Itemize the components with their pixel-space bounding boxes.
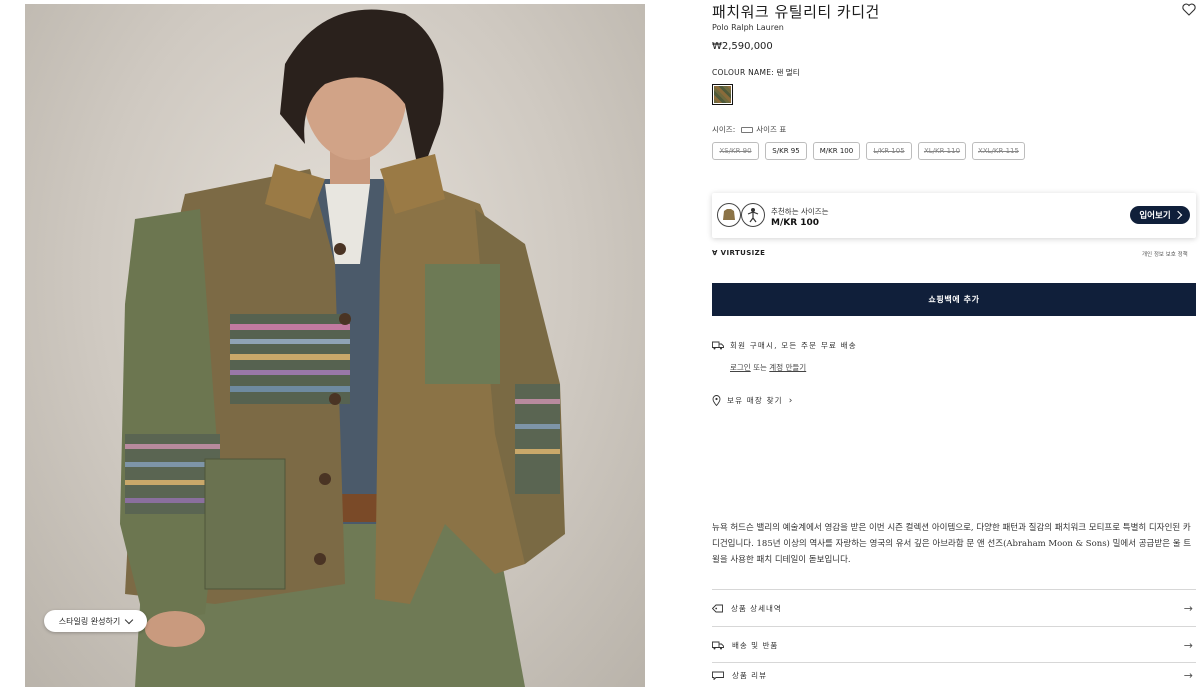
find-store-text: 보유 매장 찾기 — [727, 396, 783, 405]
accordion-shipping-returns[interactable]: 배송 및 반품 → — [712, 626, 1196, 663]
virtusize-widget: 추천하는 사이즈는 M/KR 100 입어보기 — [712, 193, 1196, 238]
accordion-product-reviews[interactable]: 상품 리뷰 → — [712, 662, 1196, 688]
model-illustration — [120, 9, 565, 687]
size-row: 시이즈: 사이즈 표 — [712, 124, 786, 135]
wishlist-heart-icon[interactable] — [1182, 3, 1196, 16]
accordion-label: 상품 상세내역 — [731, 603, 782, 613]
accordion-label: 배송 및 반품 — [732, 640, 779, 650]
truck-icon — [712, 641, 724, 649]
or-text: 또는 — [753, 363, 767, 372]
body-icon — [741, 203, 765, 227]
colour-name-row: COLOUR NAME: 탠 멀티 — [712, 67, 800, 78]
recommend-text: 추천하는 사이즈는 — [771, 207, 829, 216]
shipping-text: 회원 구매시, 모든 주문 무료 배송 — [730, 341, 857, 350]
colour-label: COLOUR NAME: — [712, 68, 775, 77]
size-option[interactable]: S/KR 95 — [765, 142, 807, 160]
virtusize-logo: ∀ VIRTUSIZE — [712, 249, 765, 257]
add-to-bag-button[interactable]: 쇼핑백에 추가 — [712, 283, 1196, 316]
virtusize-logo-text: VIRTUSIZE — [720, 249, 766, 257]
size-option[interactable]: XL/KR 110 — [918, 142, 966, 160]
accordion-label: 상품 리뷰 — [732, 671, 767, 680]
size-option[interactable]: M/KR 100 — [813, 142, 860, 160]
arrow-right-icon: → — [1183, 669, 1194, 682]
product-price: ₩2,590,000 — [712, 41, 773, 52]
tag-icon — [712, 604, 723, 612]
size-option[interactable]: XS/KR 90 — [712, 142, 759, 160]
garment-icon — [717, 203, 741, 227]
styling-complete-button[interactable]: 스타일링 완성하기 — [44, 610, 147, 632]
brand-name: Polo Ralph Lauren — [712, 23, 784, 32]
size-label: 시이즈: — [712, 125, 736, 134]
privacy-policy-link[interactable]: 개인 정보 보호 정책 — [1142, 250, 1188, 258]
login-row: 로그인 또는 계정 만들기 — [730, 362, 806, 373]
shipping-info: 회원 구매시, 모든 주문 무료 배송 — [712, 340, 857, 351]
ruler-icon — [741, 126, 754, 133]
chevron-down-icon — [124, 615, 134, 624]
size-chart-link[interactable]: 사이즈 표 — [756, 124, 786, 135]
location-pin-icon — [712, 395, 721, 406]
chevron-right-icon: › — [788, 395, 793, 406]
styling-label: 스타일링 완성하기 — [58, 616, 121, 626]
try-on-button[interactable]: 입어보기 — [1130, 206, 1190, 224]
arrow-right-icon: → — [1183, 638, 1194, 652]
virtusize-v-icon: ∀ — [712, 249, 718, 257]
create-account-link[interactable]: 계정 만들기 — [769, 363, 806, 372]
product-title: 패치워크 유틸리티 카디건 — [712, 3, 880, 21]
find-store-link[interactable]: 보유 매장 찾기 › — [712, 395, 792, 406]
colour-value: 탠 멀티 — [776, 68, 800, 77]
product-description: 뉴욕 허드슨 밸리의 예술계에서 영감을 받은 이번 시즌 컬렉션 아이템으로,… — [712, 523, 1192, 565]
try-on-label: 입어보기 — [1139, 211, 1171, 221]
colour-swatch[interactable] — [712, 84, 733, 105]
truck-icon — [712, 341, 724, 350]
chevron-right-icon — [1173, 210, 1182, 220]
size-option[interactable]: L/KR 105 — [866, 142, 912, 160]
size-option[interactable]: XXL/KR 115 — [972, 142, 1025, 160]
recommended-size: M/KR 100 — [771, 218, 820, 228]
size-options: XS/KR 90 S/KR 95 M/KR 100 L/KR 105 XL/KR… — [712, 142, 1025, 160]
review-icon — [712, 671, 724, 680]
arrow-right-icon: → — [1183, 601, 1194, 615]
product-image[interactable]: 스타일링 완성하기 — [25, 4, 645, 687]
accordion-product-details[interactable]: 상품 상세내역 → — [712, 589, 1196, 626]
login-link[interactable]: 로그인 — [730, 363, 751, 372]
